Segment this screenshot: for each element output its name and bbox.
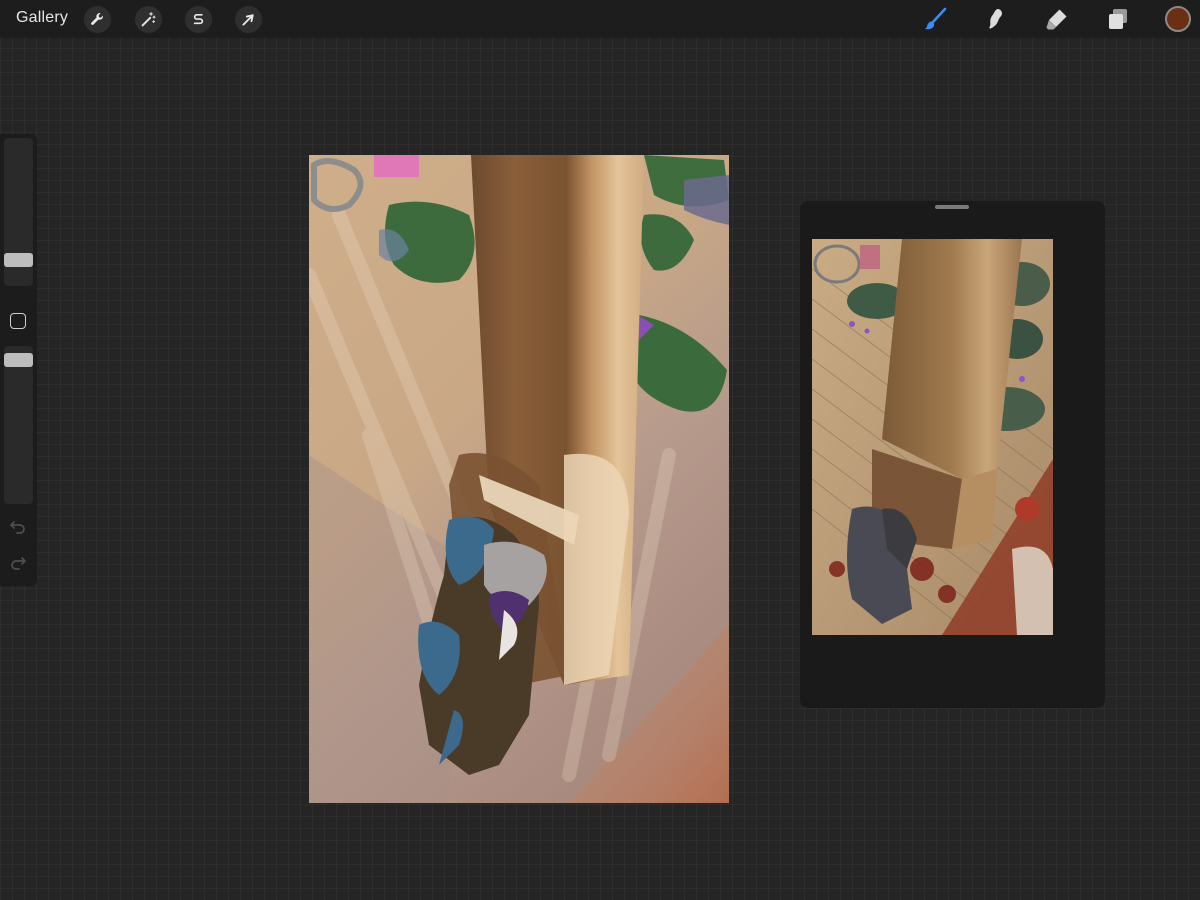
left-sidebar	[0, 134, 37, 586]
adjustments-button[interactable]	[135, 6, 162, 33]
layers-button[interactable]	[1104, 5, 1132, 33]
top-toolbar: Gallery	[0, 0, 1200, 38]
brush-button[interactable]	[921, 5, 949, 33]
actions-button[interactable]	[84, 6, 111, 33]
reference-artwork	[812, 239, 1053, 635]
reference-panel[interactable]	[800, 201, 1105, 708]
layers-icon	[1109, 9, 1127, 29]
selection-s-icon	[193, 13, 204, 25]
selection-button[interactable]	[185, 6, 212, 33]
magic-wand-icon	[141, 12, 156, 27]
opacity-slider[interactable]	[4, 346, 33, 504]
wrench-icon	[91, 13, 104, 25]
color-picker-swatch[interactable]	[1165, 6, 1191, 32]
reference-image	[812, 239, 1053, 635]
reference-drag-handle[interactable]	[935, 205, 969, 209]
arrow-cursor-icon	[242, 14, 254, 26]
smudge-button[interactable]	[981, 5, 1009, 33]
smudge-icon	[989, 9, 1002, 29]
redo-icon[interactable]	[9, 554, 27, 570]
eraser-button[interactable]	[1043, 5, 1071, 33]
drawing-canvas[interactable]	[309, 155, 729, 803]
transform-button[interactable]	[235, 6, 262, 33]
brush-size-thumb[interactable]	[4, 253, 33, 268]
undo-icon[interactable]	[9, 518, 27, 534]
brush-icon	[924, 7, 947, 30]
eraser-icon	[1046, 9, 1067, 30]
canvas-painting	[309, 155, 729, 803]
modify-square-icon[interactable]	[10, 313, 26, 329]
opacity-thumb[interactable]	[4, 353, 33, 368]
gallery-button[interactable]: Gallery	[16, 9, 68, 27]
